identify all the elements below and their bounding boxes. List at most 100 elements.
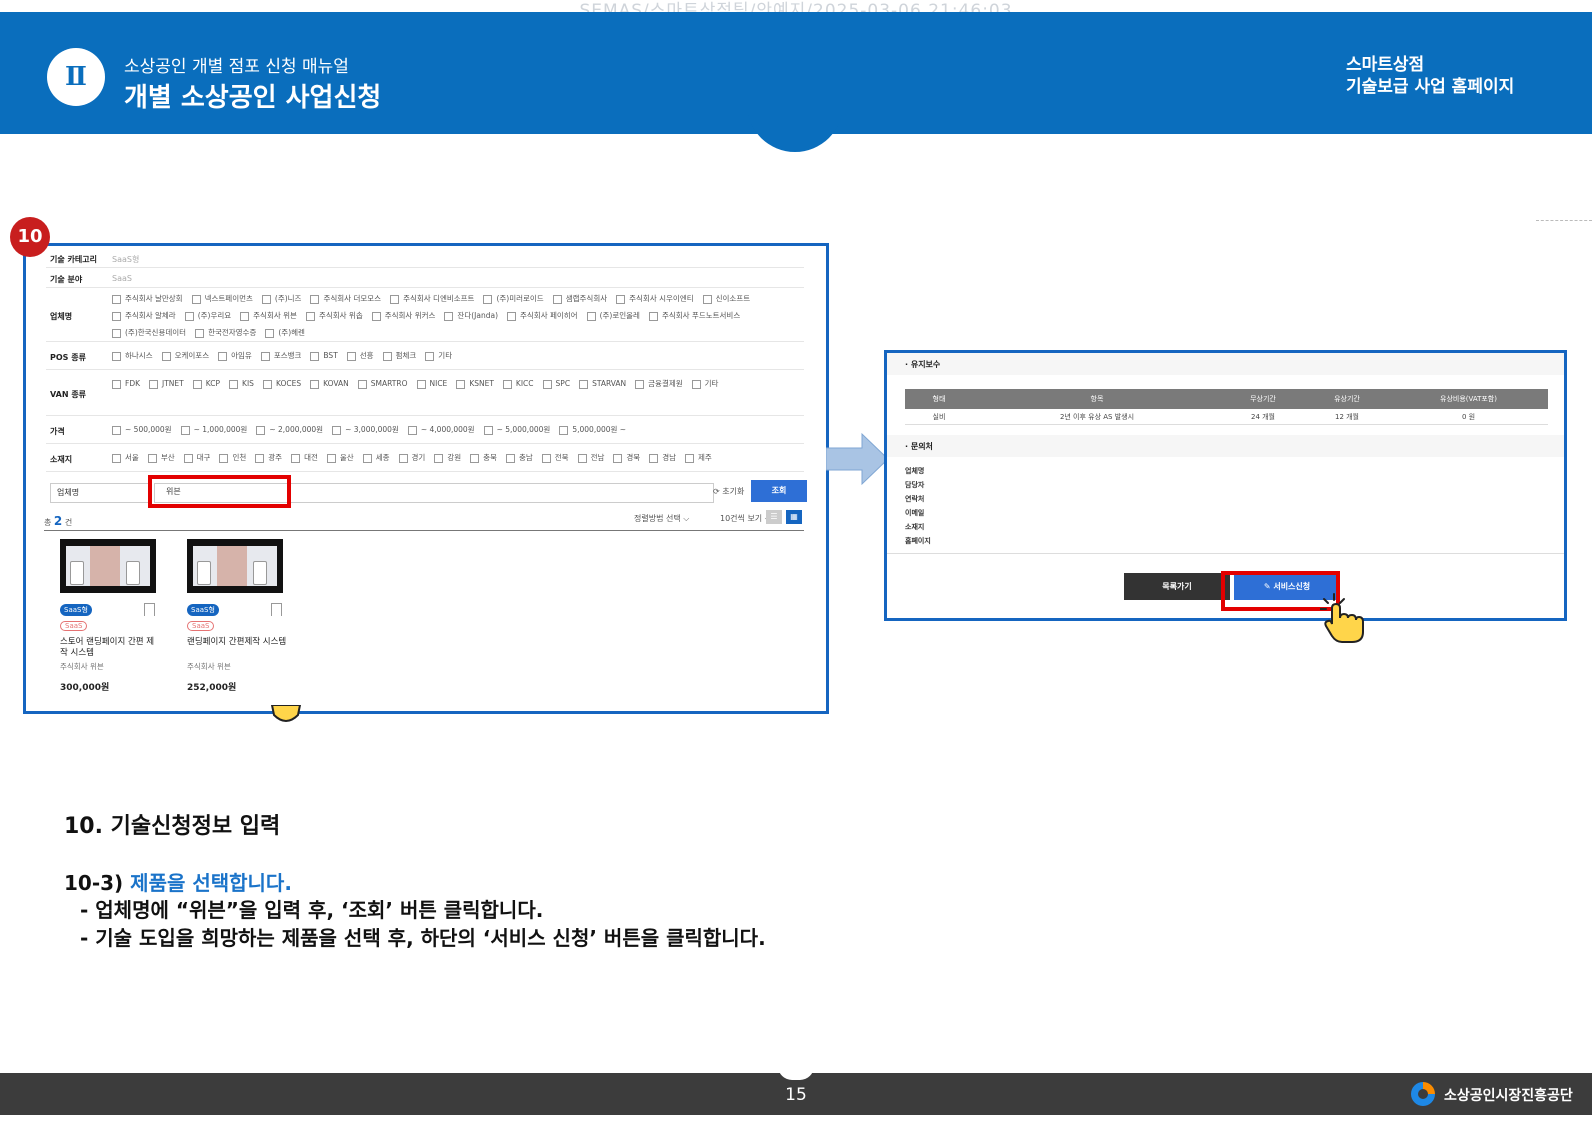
checkbox[interactable] [260,351,270,361]
checkbox[interactable] [255,453,265,463]
checkbox[interactable] [613,453,623,463]
product-card[interactable]: SaaS형 SaaS 스토어 랜딩페이지 간편 제작 시스템 주식회사 위븐 3… [60,539,170,699]
filter-option[interactable]: 주식회사 알체라 [112,307,176,324]
checkbox[interactable] [310,351,320,361]
checkbox[interactable] [434,453,444,463]
filter-option[interactable]: FDK [112,375,140,392]
reset-button[interactable]: ⟳ 초기화 [713,486,744,497]
filter-option[interactable]: 주식회사 더모모스 [310,290,381,307]
checkbox[interactable] [635,379,645,389]
filter-option[interactable]: 주식회사 푸드노트서비스 [648,307,740,324]
checkbox[interactable] [502,379,512,389]
checkbox[interactable] [218,351,228,361]
checkbox[interactable] [444,311,454,321]
product-card[interactable]: SaaS형 SaaS 랜딩페이지 간편제작 시스템 주식회사 위븐 252,00… [187,539,297,699]
checkbox[interactable] [262,379,272,389]
filter-option[interactable]: ~ 5,000,000원 [483,421,550,438]
checkbox[interactable] [112,379,121,389]
filter-option[interactable]: 주식회사 페이히어 [507,307,578,324]
checkbox[interactable] [332,425,342,435]
checkbox[interactable] [483,294,493,304]
checkbox[interactable] [191,294,201,304]
checkbox[interactable] [183,453,193,463]
filter-option[interactable]: 기타 [425,347,452,364]
checkbox[interactable] [649,453,659,463]
filter-option[interactable]: KSNET [456,375,494,392]
filter-option[interactable]: 5,000,000원 ~ [559,421,626,438]
filter-option[interactable]: 충남 [505,449,533,466]
filter-option[interactable]: 신이소프트 [702,290,750,307]
checkbox[interactable] [195,328,205,338]
checkbox[interactable] [586,311,596,321]
filter-option[interactable]: ~ 3,000,000원 [332,421,399,438]
filter-option[interactable]: 제주 [685,449,712,466]
filter-option[interactable]: 서울 [112,449,139,466]
checkbox[interactable] [362,453,372,463]
checkbox[interactable] [346,351,356,361]
checkbox[interactable] [219,453,229,463]
checkbox[interactable] [161,351,171,361]
checkbox[interactable] [483,425,493,435]
checkbox[interactable] [305,311,315,321]
search-button[interactable]: 조회 [751,480,807,502]
checkbox[interactable] [541,453,551,463]
filter-option[interactable]: 주식회사 위솝 [305,307,363,324]
checkbox[interactable] [691,379,701,389]
checkbox[interactable] [112,351,121,361]
filter-option[interactable]: 선흥 [346,347,374,364]
filter-option[interactable]: 넥스트페이먼츠 [191,290,253,307]
checkbox[interactable] [425,351,435,361]
filter-option[interactable]: 펌체크 [382,347,416,364]
filter-option[interactable]: 포스뱅크 [260,347,301,364]
checkbox[interactable] [507,311,516,321]
filter-option[interactable]: 주식회사 시우이엔티 [616,290,694,307]
filter-option[interactable]: ~ 1,000,000원 [180,421,247,438]
back-to-list-button[interactable]: 목록가기 [1124,573,1230,600]
checkbox[interactable] [577,453,587,463]
filter-option[interactable]: ~ 500,000원 [112,421,172,438]
filter-option[interactable]: KIS [229,375,254,392]
filter-option[interactable]: (주)우리요 [184,307,231,324]
filter-option[interactable]: 금융결제원 [635,375,683,392]
checkbox[interactable] [371,311,381,321]
grid-view-button[interactable]: ▦ [786,510,802,524]
filter-option[interactable]: KOCES [262,375,301,392]
filter-option[interactable]: SPC [542,375,570,392]
checkbox[interactable] [552,294,562,304]
checkbox[interactable] [542,379,552,389]
filter-option[interactable]: 아임유 [218,347,252,364]
filter-option[interactable]: 경기 [398,449,425,466]
checkbox[interactable] [616,294,626,304]
filter-option[interactable]: 대전 [291,449,318,466]
sort-select[interactable]: 정렬방법 선택 ⌵ [634,513,689,524]
checkbox[interactable] [112,311,121,321]
bookmark-icon[interactable] [144,603,155,616]
checkbox[interactable] [382,351,392,361]
filter-option[interactable]: (주)로인올레 [586,307,640,324]
checkbox[interactable] [192,379,202,389]
filter-option[interactable]: 주식회사 디엔비소프트 [390,290,474,307]
filter-option[interactable]: JTNET [149,375,184,392]
checkbox[interactable] [326,453,336,463]
checkbox[interactable] [456,379,466,389]
checkbox[interactable] [184,311,194,321]
filter-option[interactable]: 경북 [613,449,640,466]
checkbox[interactable] [702,294,712,304]
filter-option[interactable]: (주)한국신용데이터 [112,324,186,341]
checkbox[interactable] [147,453,157,463]
filter-option[interactable]: (주)미러로이드 [483,290,544,307]
filter-option[interactable]: 잔다(Janda) [444,307,498,324]
checkbox[interactable] [112,453,121,463]
checkbox[interactable] [390,294,400,304]
filter-option[interactable]: 샘랩주식회사 [552,290,607,307]
search-type-select[interactable]: 업체명 [50,483,150,503]
checkbox[interactable] [505,453,515,463]
checkbox[interactable] [112,294,121,304]
filter-option[interactable]: BST [310,347,338,364]
filter-option[interactable]: (주)헤렌 [265,324,305,341]
checkbox[interactable] [310,294,320,304]
filter-option[interactable]: (주)니즈 [261,290,301,307]
checkbox[interactable] [261,294,271,304]
checkbox[interactable] [240,311,250,321]
checkbox[interactable] [229,379,239,389]
